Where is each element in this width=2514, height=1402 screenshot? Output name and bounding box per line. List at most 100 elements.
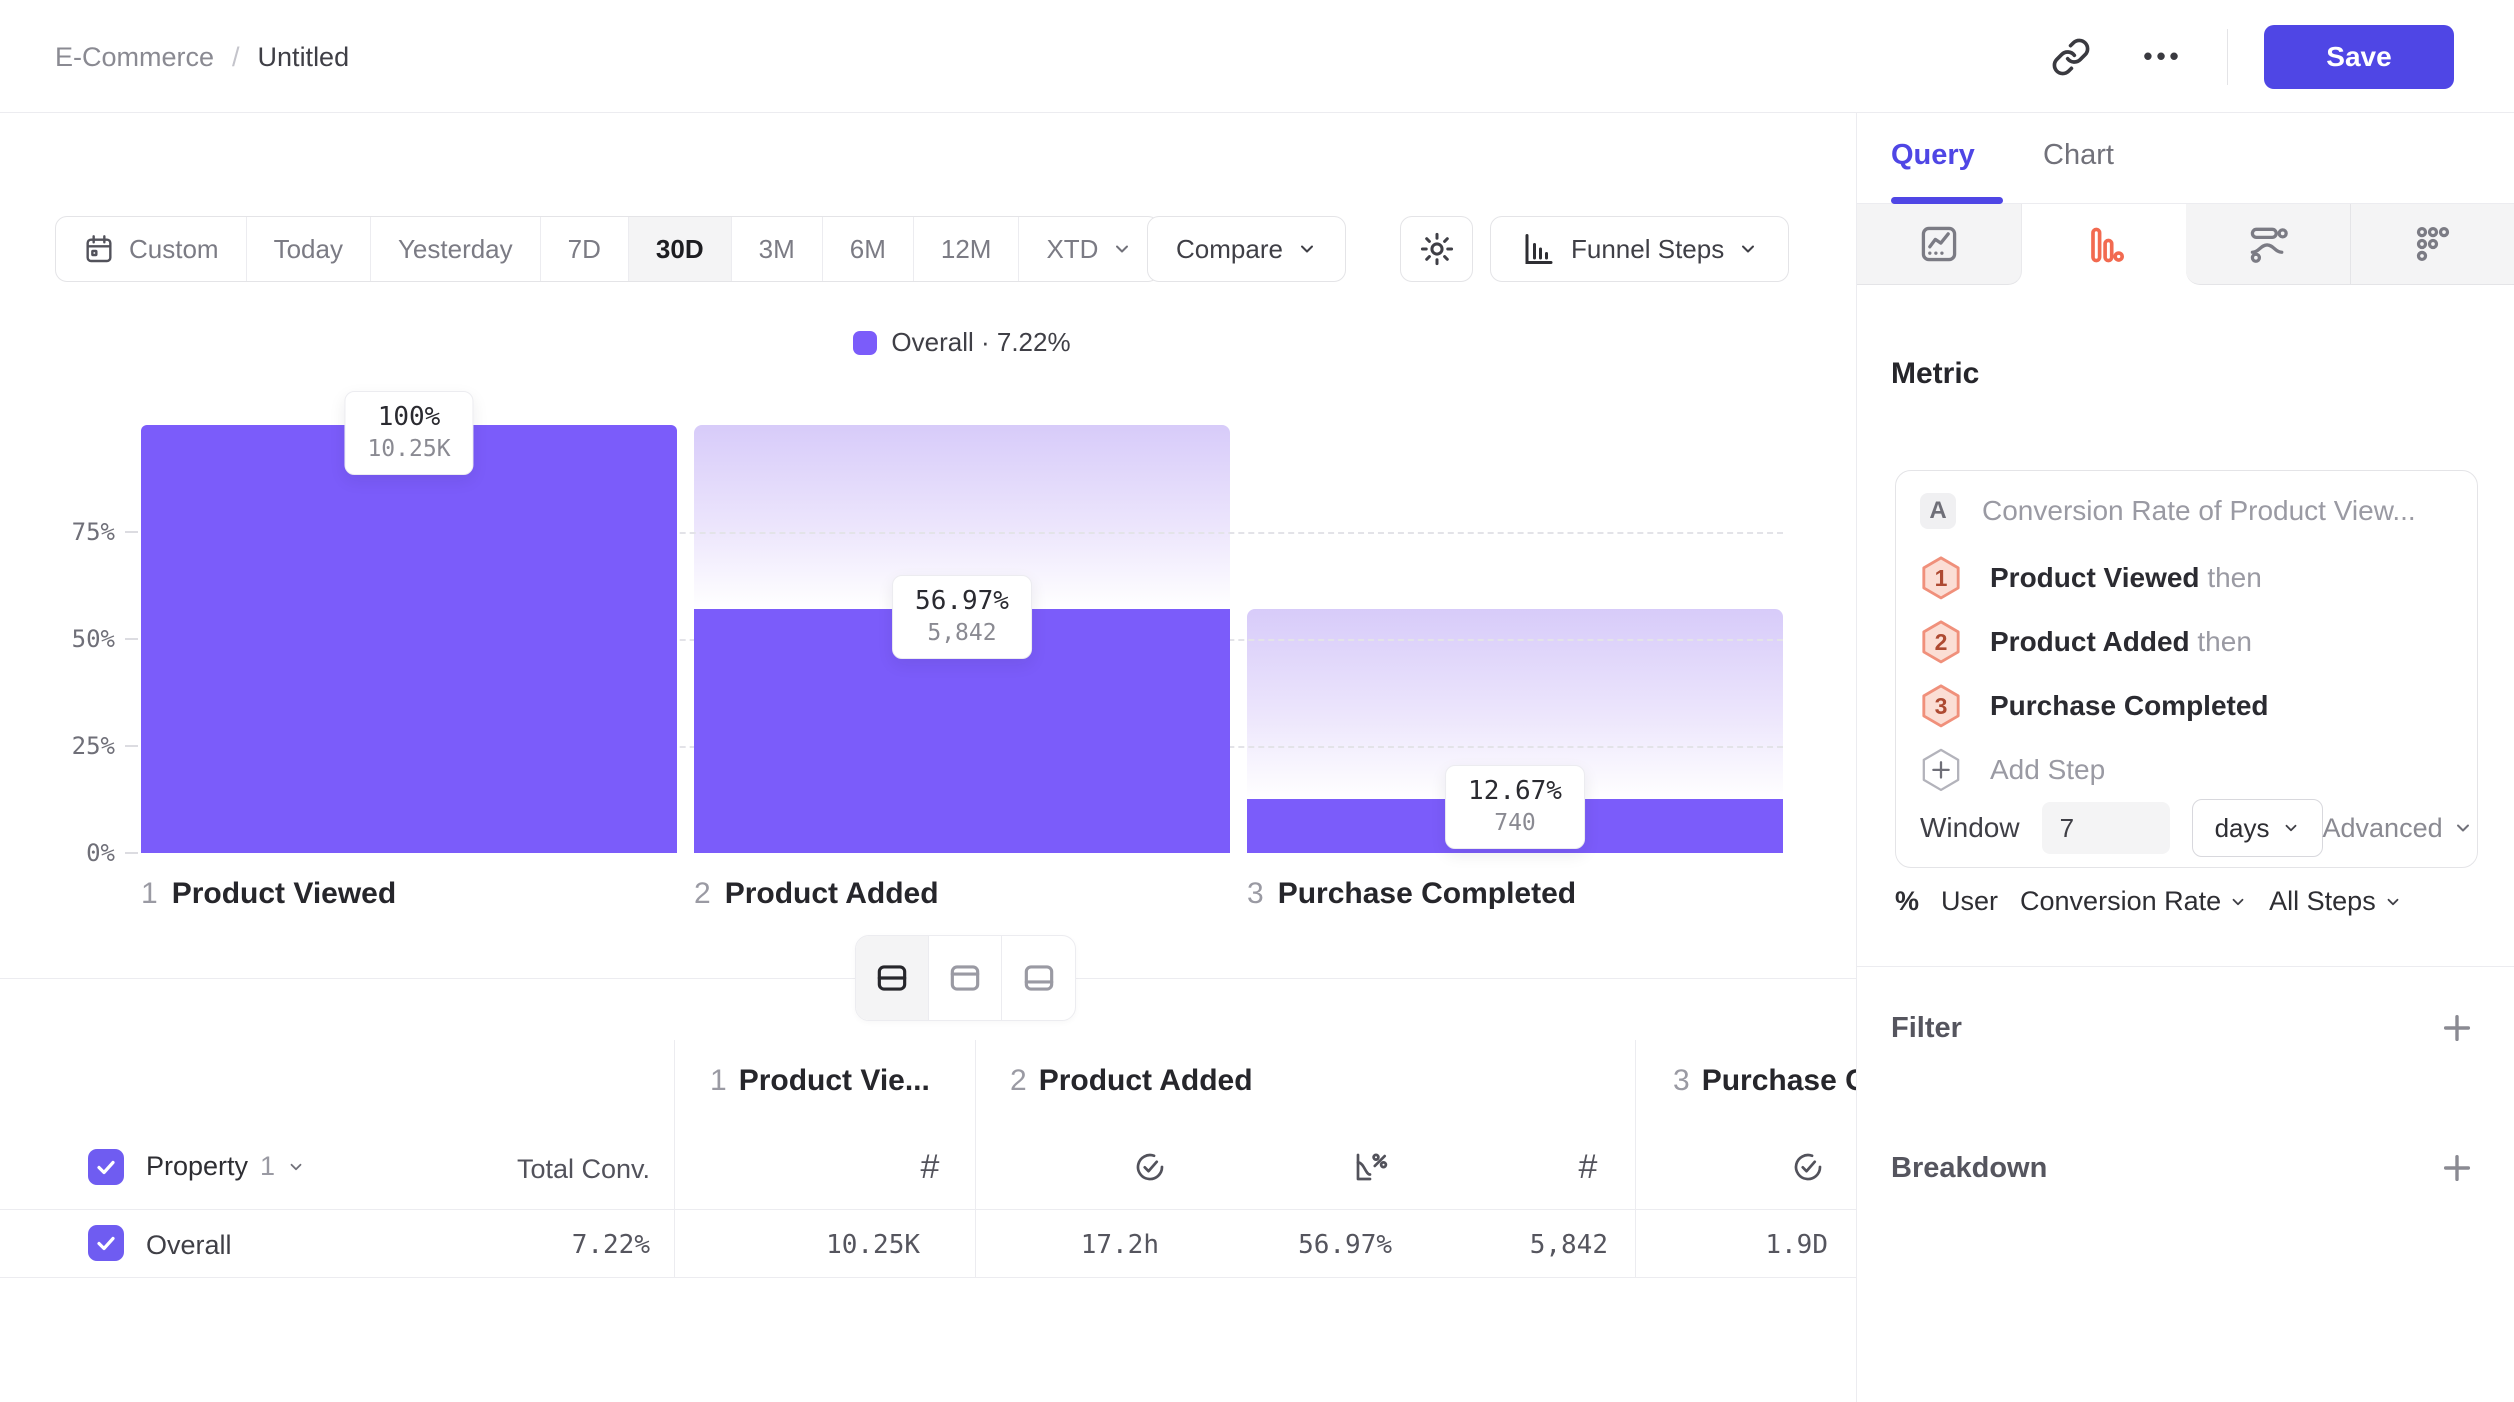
- breadcrumb: E-Commerce / Untitled: [55, 42, 349, 73]
- funnel-bar-tooltip: 100% 10.25K: [344, 391, 473, 475]
- measure-metric-dropdown[interactable]: Conversion Rate: [2020, 886, 2247, 917]
- step-number: 1: [1920, 555, 1962, 601]
- conv-rate-metric-icon[interactable]: [1348, 1145, 1392, 1189]
- filter-section: Filter: [1891, 1011, 2474, 1045]
- total-conv-header[interactable]: Total Conv.: [430, 1154, 650, 1185]
- breadcrumb-parent[interactable]: E-Commerce: [55, 42, 214, 73]
- breakdown-section: Breakdown: [1891, 1151, 2474, 1185]
- breadcrumb-separator: /: [232, 42, 240, 73]
- tab-query[interactable]: Query: [1891, 139, 1975, 172]
- tab-chart[interactable]: Chart: [2043, 139, 2114, 172]
- date-range-7d[interactable]: 7D: [541, 217, 629, 281]
- insights-line-icon: [1917, 222, 1961, 266]
- y-axis-label: 50%: [20, 625, 115, 653]
- metric-heading: Metric: [1891, 357, 1979, 391]
- chevron-down-icon: [2282, 819, 2300, 837]
- date-range-xtd[interactable]: XTD: [1019, 217, 1159, 281]
- window-value-input[interactable]: [2042, 802, 2170, 854]
- metric-series-row[interactable]: A Conversion Rate of Product View...: [1920, 493, 2416, 529]
- funnel-step-row-3[interactable]: 3 Purchase Completed: [1920, 683, 2269, 729]
- y-axis-label: 0%: [20, 839, 115, 867]
- date-range-3m[interactable]: 3M: [732, 217, 823, 281]
- date-range-selector: Custom Today Yesterday 7D 30D 3M 6M 12M …: [55, 216, 1160, 282]
- property-selector[interactable]: Property 1: [146, 1151, 305, 1182]
- view-type-button[interactable]: Funnel Steps: [1490, 216, 1789, 282]
- chart-type-funnel[interactable]: [2022, 204, 2186, 285]
- funnel-bar-step-2[interactable]: 56.97% 5,842 2 Product Added: [694, 425, 1230, 853]
- advanced-label: Advanced: [2323, 813, 2443, 844]
- row-label[interactable]: Overall: [146, 1230, 232, 1261]
- table-column-step-2[interactable]: 2 Product Added: [1010, 1064, 1253, 1098]
- chart-type-insights[interactable]: [1857, 204, 2022, 285]
- date-range-6m[interactable]: 6M: [823, 217, 914, 281]
- funnel-step-row-1[interactable]: 1 Product Viewed then: [1920, 555, 2262, 601]
- count-metric-icon[interactable]: #: [908, 1145, 952, 1189]
- date-range-today[interactable]: Today: [247, 217, 371, 281]
- split-view-toggle[interactable]: [856, 936, 929, 1020]
- avg-time-metric-icon[interactable]: [1786, 1145, 1830, 1189]
- series-letter-badge: A: [1920, 493, 1956, 529]
- steps-scope-dropdown[interactable]: All Steps: [2269, 886, 2402, 917]
- gear-icon: [1418, 230, 1456, 268]
- chevron-down-icon: [1738, 239, 1758, 259]
- funnel-bar-tooltip: 12.67% 740: [1445, 765, 1585, 849]
- funnel-bar-converted: [141, 425, 677, 853]
- funnel-step-row-2[interactable]: 2 Product Added then: [1920, 619, 2252, 665]
- chart-type-matrix[interactable]: [2350, 204, 2514, 285]
- advanced-dropdown[interactable]: Advanced: [2323, 813, 2473, 844]
- date-range-yesterday[interactable]: Yesterday: [371, 217, 541, 281]
- window-unit-dropdown[interactable]: days: [2192, 799, 2323, 857]
- clock-check-icon: [1790, 1149, 1826, 1185]
- funnel-bars-icon: [2082, 223, 2126, 267]
- compare-button[interactable]: Compare: [1147, 216, 1346, 282]
- date-range-label: Today: [274, 234, 343, 265]
- measure-entity[interactable]: User: [1941, 886, 1998, 917]
- date-range-label: 12M: [941, 234, 992, 265]
- share-link-button[interactable]: [2043, 29, 2099, 85]
- count-metric-icon[interactable]: #: [1566, 1145, 1610, 1189]
- cell-total-conv: 7.22%: [430, 1230, 650, 1260]
- funnel-bar-step-1[interactable]: 100% 10.25K 1 Product Viewed: [141, 425, 677, 853]
- panel-divider: [1857, 966, 2514, 967]
- series-title: Conversion Rate of Product View...: [1982, 495, 2416, 527]
- chart-type-retention[interactable]: [2186, 204, 2350, 285]
- bottom-panel-view-toggle[interactable]: [1002, 936, 1075, 1020]
- window-label: Window: [1920, 812, 2020, 844]
- breadcrumb-current[interactable]: Untitled: [258, 42, 350, 73]
- tooltip-count: 10.25K: [367, 436, 450, 462]
- step-name: Product Viewed: [172, 877, 397, 911]
- avg-time-metric-icon[interactable]: [1128, 1145, 1172, 1189]
- chart-settings-button[interactable]: [1400, 216, 1473, 282]
- filter-label: Filter: [1891, 1012, 1962, 1045]
- y-tick: [125, 745, 138, 747]
- step-number: 3: [1673, 1064, 1690, 1098]
- save-button[interactable]: Save: [2264, 25, 2454, 89]
- chart-legend[interactable]: Overall · 7.22%: [141, 327, 1783, 358]
- matrix-dots-icon: [2411, 222, 2455, 266]
- row-checkbox[interactable]: [88, 1225, 124, 1261]
- date-range-label: 7D: [568, 234, 601, 265]
- step-name: Product Added: [1039, 1064, 1253, 1098]
- table-column-step-3[interactable]: 3 Purchase C: [1673, 1064, 1856, 1098]
- x-axis-step-label: 2 Product Added: [694, 877, 939, 911]
- retention-flows-icon: [2246, 222, 2290, 266]
- add-step-button[interactable]: Add Step: [1920, 747, 2105, 793]
- property-index: 1: [260, 1151, 275, 1182]
- table-column-step-1[interactable]: 1 Product Vie...: [710, 1064, 930, 1098]
- date-range-custom[interactable]: Custom: [56, 217, 247, 281]
- step-number: 1: [141, 877, 158, 911]
- add-filter-icon[interactable]: [2440, 1011, 2474, 1045]
- funnel-plot: 75% 50% 25% 0% 100% 10.25K 1 Product Vie…: [141, 425, 1783, 853]
- date-range-30d[interactable]: 30D: [629, 217, 732, 281]
- check-icon: [94, 1155, 118, 1179]
- top-panel-view-toggle[interactable]: [929, 936, 1002, 1020]
- step-hexagon-badge: 1: [1920, 555, 1962, 601]
- add-breakdown-icon[interactable]: [2440, 1151, 2474, 1185]
- more-menu-button[interactable]: •••: [2135, 29, 2191, 85]
- property-checkbox[interactable]: [88, 1149, 124, 1185]
- more-dots-icon: •••: [2143, 41, 2182, 72]
- step-name: Purchase Completed: [1278, 877, 1576, 911]
- date-range-12m[interactable]: 12M: [914, 217, 1020, 281]
- step-name: Purchase C: [1702, 1064, 1856, 1098]
- chevron-down-icon: [1297, 239, 1317, 259]
